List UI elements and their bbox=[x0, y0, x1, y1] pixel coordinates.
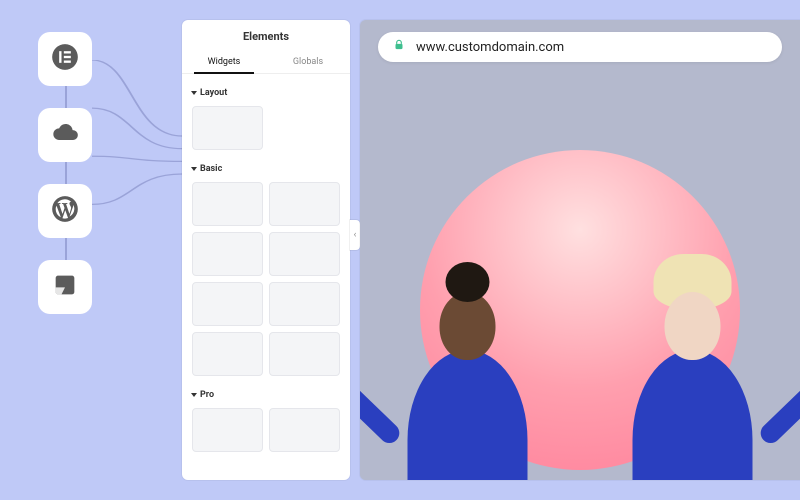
widget-placeholder[interactable] bbox=[192, 282, 263, 326]
rail-item-cloud[interactable] bbox=[38, 108, 92, 162]
rail-item-elementor[interactable] bbox=[38, 32, 92, 86]
elements-panel: Elements Widgets Globals Layout Basic bbox=[182, 20, 350, 480]
widget-placeholder[interactable] bbox=[192, 182, 263, 226]
templates-icon bbox=[51, 271, 79, 303]
address-bar-wrap: www.customdomain.com bbox=[360, 20, 800, 72]
section-pro-header[interactable]: Pro bbox=[192, 386, 340, 404]
section-basic: Basic bbox=[192, 160, 340, 376]
app-rail bbox=[38, 32, 92, 314]
section-layout-label: Layout bbox=[200, 88, 227, 98]
tab-widgets[interactable]: Widgets bbox=[182, 51, 266, 73]
widget-placeholder[interactable] bbox=[192, 408, 263, 452]
address-bar-url: www.customdomain.com bbox=[416, 40, 564, 55]
preview-frame: www.customdomain.com bbox=[360, 20, 800, 480]
chevron-down-icon bbox=[191, 91, 197, 95]
widget-placeholder[interactable] bbox=[192, 332, 263, 376]
chevron-down-icon bbox=[191, 393, 197, 397]
widget-placeholder[interactable] bbox=[269, 182, 340, 226]
section-layout-header[interactable]: Layout bbox=[192, 84, 340, 102]
elementor-icon bbox=[51, 43, 79, 75]
hero-figure-left bbox=[393, 230, 543, 480]
panel-collapse-handle[interactable]: ‹ bbox=[350, 220, 360, 250]
widget-placeholder[interactable] bbox=[192, 232, 263, 276]
panel-title: Elements bbox=[182, 20, 350, 51]
widget-placeholder[interactable] bbox=[269, 408, 340, 452]
widget-placeholder[interactable] bbox=[269, 232, 340, 276]
rail-item-templates[interactable] bbox=[38, 260, 92, 314]
panel-body: Layout Basic bbox=[182, 74, 350, 480]
panel-tabs: Widgets Globals bbox=[182, 51, 350, 74]
section-layout: Layout bbox=[192, 84, 340, 150]
widget-placeholder[interactable] bbox=[192, 106, 263, 150]
rail-item-wordpress[interactable] bbox=[38, 184, 92, 238]
chevron-left-icon: ‹ bbox=[354, 230, 357, 240]
address-bar[interactable]: www.customdomain.com bbox=[378, 32, 782, 62]
section-basic-header[interactable]: Basic bbox=[192, 160, 340, 178]
tab-globals[interactable]: Globals bbox=[266, 51, 350, 73]
lock-icon bbox=[392, 38, 406, 56]
hero-figure-right bbox=[618, 230, 768, 480]
widget-placeholder[interactable] bbox=[269, 332, 340, 376]
chevron-down-icon bbox=[191, 167, 197, 171]
cloud-icon bbox=[51, 119, 79, 151]
section-pro: Pro bbox=[192, 386, 340, 452]
section-pro-label: Pro bbox=[200, 390, 214, 400]
preview-canvas bbox=[360, 76, 800, 480]
rail-connector bbox=[92, 60, 182, 250]
section-basic-label: Basic bbox=[200, 164, 222, 174]
wordpress-icon bbox=[51, 195, 79, 227]
widget-placeholder[interactable] bbox=[269, 282, 340, 326]
